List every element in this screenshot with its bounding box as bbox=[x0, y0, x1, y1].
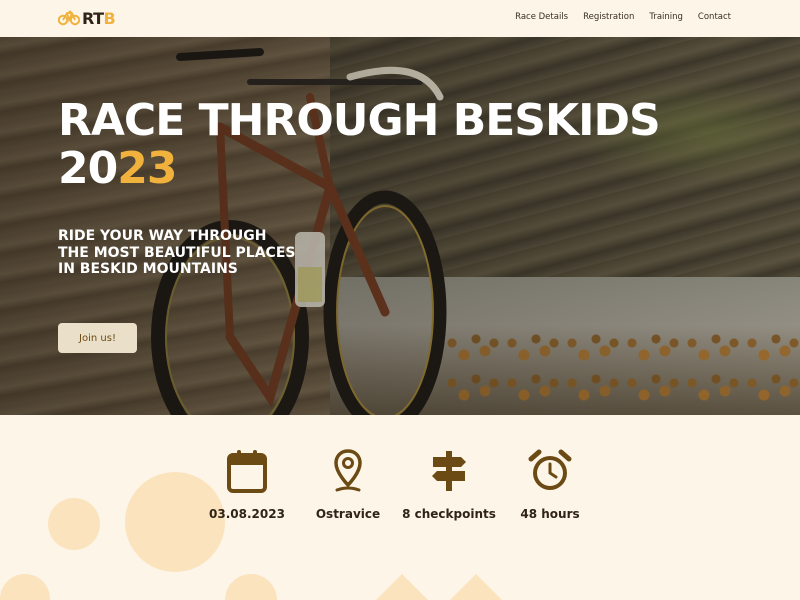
decor-triangle bbox=[376, 574, 428, 600]
main-nav: Race Details Registration Training Conta… bbox=[500, 12, 731, 22]
decor-circle bbox=[225, 574, 277, 600]
hero-subtitle-line: IN BESKID MOUNTAINS bbox=[58, 261, 238, 277]
hero-subtitle-line: THE MOST BEAUTIFUL PLACES bbox=[58, 244, 296, 261]
logo-text: RTB bbox=[82, 8, 116, 28]
stat-date: 03.08.2023 bbox=[192, 449, 302, 521]
nav-registration[interactable]: Registration bbox=[583, 12, 634, 22]
alarm-clock-icon bbox=[528, 449, 572, 490]
stat-duration: 48 hours bbox=[495, 449, 605, 521]
hero-section: RACE THROUGH BESKIDS 2023 RIDE YOUR WAY … bbox=[0, 37, 800, 415]
hero-overlay bbox=[0, 37, 800, 415]
stat-label: Ostravice bbox=[315, 507, 381, 521]
nav-training[interactable]: Training bbox=[649, 12, 683, 22]
calendar-icon bbox=[227, 450, 267, 493]
stat-label: 48 hours bbox=[520, 507, 580, 521]
decor-triangle bbox=[450, 574, 502, 600]
hero-title-line: RACE THROUGH BESKIDS bbox=[58, 95, 661, 146]
hero-year-suffix: 23 bbox=[117, 143, 177, 194]
logo[interactable]: RTB bbox=[58, 8, 116, 28]
hero-subtitle-line: RIDE YOUR WAY THROUGH bbox=[58, 228, 267, 244]
decor-circle bbox=[0, 574, 50, 600]
nav-contact[interactable]: Contact bbox=[698, 12, 731, 22]
stat-label: 03.08.2023 bbox=[209, 507, 285, 521]
hero-year-prefix: 20 bbox=[58, 143, 118, 194]
signpost-icon bbox=[432, 451, 466, 491]
stat-label: 8 checkpoints bbox=[402, 507, 496, 521]
join-us-button[interactable]: Join us! bbox=[58, 323, 137, 353]
stat-checkpoints: 8 checkpoints bbox=[394, 449, 504, 521]
stat-location: Ostravice bbox=[293, 449, 403, 521]
decor-circle bbox=[48, 498, 100, 550]
nav-race-details[interactable]: Race Details bbox=[515, 12, 568, 22]
bicycle-logo-icon bbox=[58, 10, 80, 26]
hero-title: RACE THROUGH BESKIDS 2023 bbox=[58, 95, 661, 194]
hero-subtitle: RIDE YOUR WAY THROUGH THE MOST BEAUTIFUL… bbox=[58, 228, 328, 278]
site-header: RTB Race Details Registration Training C… bbox=[0, 0, 800, 37]
location-pin-icon bbox=[334, 449, 362, 492]
